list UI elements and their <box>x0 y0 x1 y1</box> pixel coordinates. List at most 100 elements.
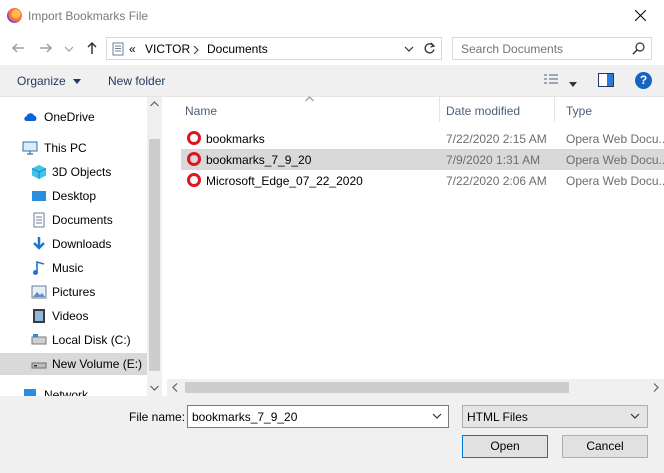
nav-item-music[interactable]: Music <box>0 257 147 279</box>
search-input[interactable] <box>453 38 628 59</box>
nav-label: New Volume (E:) <box>52 357 143 371</box>
file-row[interactable]: Microsoft_Edge_07_22_2020 7/22/2020 2:06… <box>181 170 664 191</box>
file-row[interactable]: bookmarks 7/22/2020 2:15 AM Opera Web Do… <box>181 128 664 149</box>
file-list: Name Date modified Type bookmarks 7/22/2… <box>167 96 664 396</box>
file-type: Opera Web Docu... <box>566 153 664 167</box>
address-dropdown-icon[interactable] <box>404 46 414 53</box>
organize-label: Organize <box>17 74 66 88</box>
file-type-select[interactable]: HTML Files <box>462 405 648 428</box>
scroll-down-icon[interactable] <box>150 385 159 391</box>
file-list-horizontal-scrollbar[interactable] <box>167 379 664 396</box>
scroll-left-icon[interactable] <box>172 383 178 392</box>
open-button[interactable]: Open <box>462 435 548 458</box>
nav-label: 3D Objects <box>52 165 112 179</box>
scroll-right-icon[interactable] <box>653 383 659 392</box>
nav-item-downloads[interactable]: Downloads <box>0 233 147 255</box>
chevron-down-icon <box>64 46 74 52</box>
column-name-label: Name <box>185 104 218 118</box>
view-options-button[interactable] <box>569 77 577 91</box>
download-icon <box>33 237 45 250</box>
forward-button[interactable] <box>38 40 54 56</box>
scrollbar-thumb[interactable] <box>185 382 569 393</box>
column-type-label: Type <box>566 104 593 118</box>
new-folder-button[interactable]: New folder <box>108 74 165 88</box>
nav-label: Music <box>52 261 84 275</box>
nav-item-desktop[interactable]: Desktop <box>0 185 147 207</box>
nav-item-videos[interactable]: Videos <box>0 305 147 327</box>
drive-icon <box>31 334 47 345</box>
preview-pane-button[interactable] <box>598 73 614 90</box>
help-button[interactable]: ? <box>635 72 652 89</box>
organize-button[interactable]: Organize <box>17 74 82 88</box>
column-header-date[interactable]: Date modified <box>440 97 550 122</box>
picture-icon <box>31 285 47 299</box>
drive-icon <box>31 362 47 369</box>
refresh-icon[interactable] <box>423 42 436 55</box>
nav-label: Documents <box>52 213 113 227</box>
nav-item-local-disk-c[interactable]: Local Disk (C:) <box>0 329 147 351</box>
computer-icon <box>22 141 38 155</box>
nav-label: Network <box>44 388 89 396</box>
file-type: Opera Web Docu... <box>566 174 664 188</box>
forward-arrow-icon <box>40 43 53 53</box>
back-button[interactable] <box>10 40 26 56</box>
nav-item-network[interactable]: Network <box>0 384 147 396</box>
file-row[interactable]: bookmarks_7_9_20 7/9/2020 1:31 AM Opera … <box>181 149 664 170</box>
breadcrumb-separator-icon <box>193 46 199 54</box>
scroll-up-icon[interactable] <box>150 101 159 107</box>
breadcrumb-documents[interactable]: Documents <box>207 42 268 56</box>
title-bar: Import Bookmarks File <box>0 0 664 32</box>
nav-label: Pictures <box>52 285 96 299</box>
cloud-icon <box>24 113 37 121</box>
nav-item-documents[interactable]: Documents <box>0 209 147 231</box>
recent-locations-button[interactable] <box>64 40 74 56</box>
network-icon <box>24 389 36 396</box>
up-arrow-icon <box>87 41 97 54</box>
file-name-label: File name: <box>129 410 186 424</box>
folder-location-icon <box>112 42 124 56</box>
nav-item-3d-objects[interactable]: 3D Objects <box>0 161 147 183</box>
window-title: Import Bookmarks File <box>28 9 149 23</box>
help-icon: ? <box>639 73 648 87</box>
nav-label: Local Disk (C:) <box>52 333 131 347</box>
column-header-type[interactable]: Type <box>555 97 664 122</box>
document-icon <box>33 212 45 228</box>
file-date: 7/9/2020 1:31 AM <box>446 153 541 167</box>
change-view-button[interactable] <box>543 73 559 90</box>
nav-item-new-volume-e[interactable]: New Volume (E:) <box>0 353 147 375</box>
chevron-down-icon <box>630 413 640 419</box>
nav-label: Downloads <box>52 237 112 251</box>
navigation-pane-scrollbar[interactable] <box>147 97 162 396</box>
file-name-combobox[interactable] <box>187 405 449 428</box>
chevron-down-icon <box>569 82 577 87</box>
nav-label: This PC <box>44 141 87 155</box>
video-icon <box>33 309 45 323</box>
details-view-icon <box>544 74 558 84</box>
column-header-name[interactable]: Name <box>181 96 439 122</box>
search-icon[interactable] <box>632 42 645 55</box>
nav-item-this-pc[interactable]: This PC <box>0 137 147 159</box>
file-type: Opera Web Docu... <box>566 132 664 146</box>
chevron-down-icon <box>73 79 82 84</box>
back-arrow-icon <box>11 43 24 53</box>
opera-file-icon <box>187 173 201 187</box>
file-name-input[interactable] <box>188 406 426 427</box>
file-type-value: HTML Files <box>467 410 528 424</box>
breadcrumb-victor[interactable]: VICTOR <box>145 42 190 56</box>
cube-icon <box>31 165 47 179</box>
opera-file-icon <box>187 152 201 166</box>
search-box[interactable] <box>452 37 652 60</box>
desktop-icon <box>32 191 46 201</box>
up-button[interactable] <box>84 40 100 56</box>
breadcrumb-overflow[interactable]: « <box>129 42 136 56</box>
nav-label: Desktop <box>52 189 97 203</box>
chevron-down-icon[interactable] <box>432 413 442 420</box>
close-button[interactable] <box>618 0 664 32</box>
column-date-label: Date modified <box>446 104 521 118</box>
close-icon <box>635 10 646 21</box>
nav-item-pictures[interactable]: Pictures <box>0 281 147 303</box>
nav-item-onedrive[interactable]: OneDrive <box>0 106 147 128</box>
address-bar[interactable]: « VICTOR Documents <box>106 37 442 60</box>
cancel-button[interactable]: Cancel <box>562 435 648 458</box>
scrollbar-thumb[interactable] <box>149 139 160 371</box>
